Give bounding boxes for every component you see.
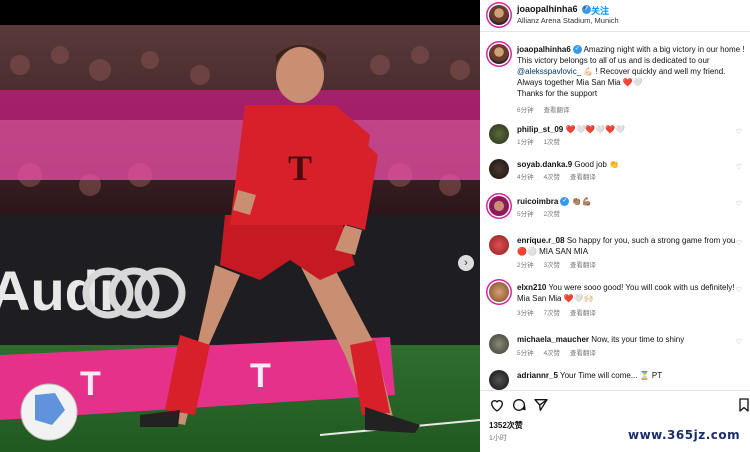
comment-likes[interactable]: 2次赞 <box>543 211 560 218</box>
comment-body: You were sooo good! You will cook with u… <box>517 283 735 303</box>
comment-likes[interactable]: 4次赞 <box>543 350 560 357</box>
see-translation-link[interactable]: 查看翻译 <box>570 350 596 357</box>
heart-icon[interactable]: ♡ <box>736 200 742 208</box>
comment-meta: 5分钟 2次赞 <box>517 208 568 218</box>
see-translation-link[interactable]: 查看翻译 <box>570 310 596 317</box>
caption-line3: Thanks for the support <box>517 89 598 98</box>
comment-body: ❤️🤍❤️🤍❤️🤍 <box>565 125 626 134</box>
avatar[interactable] <box>489 44 509 64</box>
comment-username[interactable]: philip_st_09 <box>517 125 563 134</box>
see-translation-link[interactable]: 查看翻译 <box>570 174 596 181</box>
action-bar: 1352次赞 1小时 <box>480 390 750 452</box>
comment-meta: 2分钟 3次赞 查看翻译 <box>517 259 604 269</box>
comment-username[interactable]: enrique.r_08 <box>517 236 565 245</box>
bookmark-icon[interactable] <box>736 397 750 413</box>
avatar[interactable] <box>489 370 509 390</box>
comment-time: 4分钟 <box>517 174 534 181</box>
comment-username[interactable]: adriannr_5 <box>517 371 558 380</box>
see-translation-link[interactable]: 查看翻译 <box>543 107 569 114</box>
post-username-text[interactable]: joaopalhinha6 <box>517 4 578 14</box>
caption-time: 6分钟 <box>517 107 534 114</box>
comment-text: michaela_maucher Now, its your time to s… <box>517 334 745 345</box>
comment-item: adriannr_5 Your Time will come... ⏳ PT <box>480 368 750 390</box>
comment-likes[interactable]: 4次赞 <box>543 174 560 181</box>
comment-likes[interactable]: 3次赞 <box>543 262 560 269</box>
watermark: www.365jz.com <box>628 428 741 442</box>
comment-text: soyab.danka.9 Good job 👏 <box>517 159 745 170</box>
comment-meta: 5分钟 4次赞 查看翻译 <box>517 347 604 357</box>
svg-text:T: T <box>80 365 101 403</box>
comment-text: enrique.r_08 So happy for you, such a st… <box>517 235 745 257</box>
comment-meta: 4分钟 4次赞 查看翻译 <box>517 171 604 181</box>
comment-text: elxn210 You were sooo good! You will coo… <box>517 282 745 304</box>
send-icon[interactable] <box>533 397 549 413</box>
comment-text: ruicoimbra ✓ 👏🏽💪🏽 <box>517 196 745 207</box>
comment-time: 1分钟 <box>517 139 534 146</box>
comment-item: enrique.r_08 So happy for you, such a st… <box>480 233 750 273</box>
comment-text: philip_st_09 ❤️🤍❤️🤍❤️🤍 <box>517 124 745 135</box>
comment-body: 👏🏽💪🏽 <box>571 197 592 206</box>
comment-username[interactable]: elxn210 <box>517 283 546 292</box>
comment-likes[interactable]: 7次赞 <box>543 310 560 317</box>
comment-body: Good job 👏 <box>574 160 620 169</box>
verified-icon: ✓ <box>572 45 582 55</box>
avatar[interactable] <box>489 5 509 25</box>
caption: joaopalhinha6 ✓ Amazing night with a big … <box>480 42 750 116</box>
comment-item: michaela_maucher Now, its your time to s… <box>480 332 750 362</box>
caption-meta: 6分钟 查看翻译 <box>517 104 577 114</box>
comment-body: Now, its your time to shiny <box>591 335 685 344</box>
heart-icon[interactable]: ♡ <box>736 163 742 171</box>
comment-time: 2分钟 <box>517 262 534 269</box>
avatar[interactable] <box>489 334 509 354</box>
likes-count[interactable]: 1352次赞 <box>489 420 523 431</box>
comment-time: 5分钟 <box>517 350 534 357</box>
comment-meta: 1分钟 1次赞 <box>517 136 568 146</box>
verified-icon: ✓ <box>560 197 570 207</box>
comment-body: Your Time will come... ⏳ PT <box>559 371 663 380</box>
heart-icon[interactable]: ♡ <box>736 128 742 136</box>
avatar[interactable] <box>489 159 509 179</box>
heart-icon[interactable] <box>489 397 505 413</box>
comment-time: 3分钟 <box>517 310 534 317</box>
player-photo-illustration: Audi TT T <box>0 25 480 452</box>
post-header: joaopalhinha6 ✓ • 关注 Allianz Arena Stadi… <box>480 0 750 32</box>
comment-item: elxn210 You were sooo good! You will coo… <box>480 280 750 320</box>
avatar[interactable] <box>489 196 509 216</box>
comment-meta: 3分钟 7次赞 查看翻译 <box>517 307 604 317</box>
post-username[interactable]: joaopalhinha6 ✓ <box>517 4 592 15</box>
avatar[interactable] <box>489 282 509 302</box>
comment-username[interactable]: soyab.danka.9 <box>517 160 572 169</box>
comment-item: philip_st_09 ❤️🤍❤️🤍❤️🤍 1分钟 1次赞 ♡ <box>480 122 750 152</box>
heart-icon[interactable]: ♡ <box>736 338 742 346</box>
comment-time: 5分钟 <box>517 211 534 218</box>
separator-dot: • <box>583 3 587 13</box>
comment-icon[interactable] <box>511 397 527 413</box>
comment-username[interactable]: ruicoimbra <box>517 197 558 206</box>
heart-icon[interactable]: ♡ <box>736 239 742 247</box>
post-panel: joaopalhinha6 ✓ • 关注 Allianz Arena Stadi… <box>480 0 750 452</box>
comment-item: soyab.danka.9 Good job 👏 4分钟 4次赞 查看翻译 ♡ <box>480 157 750 187</box>
caption-text: joaopalhinha6 ✓ Amazing night with a big … <box>517 44 745 99</box>
avatar[interactable] <box>489 235 509 255</box>
caption-username[interactable]: joaopalhinha6 <box>517 45 571 54</box>
comment-text: adriannr_5 Your Time will come... ⏳ PT <box>517 370 745 381</box>
post-date: 1小时 <box>489 435 507 442</box>
post-photo[interactable]: Audi TT T › <box>0 25 480 452</box>
svg-text:T: T <box>250 357 271 395</box>
avatar[interactable] <box>489 124 509 144</box>
mention-link[interactable]: @aleksspavlovic_ <box>517 67 581 76</box>
comments-list[interactable]: joaopalhinha6 ✓ Amazing night with a big … <box>480 38 750 390</box>
location-link[interactable]: Allianz Arena Stadium, Munich <box>517 16 619 25</box>
comment-username[interactable]: michaela_maucher <box>517 335 589 344</box>
jersey-letter: T <box>288 148 312 188</box>
comment-likes[interactable]: 1次赞 <box>543 139 560 146</box>
heart-icon[interactable]: ♡ <box>736 286 742 294</box>
next-photo-button[interactable]: › <box>458 255 474 271</box>
see-translation-link[interactable]: 查看翻译 <box>570 262 596 269</box>
comment-item: ruicoimbra ✓ 👏🏽💪🏽 5分钟 2次赞 ♡ <box>480 194 750 224</box>
